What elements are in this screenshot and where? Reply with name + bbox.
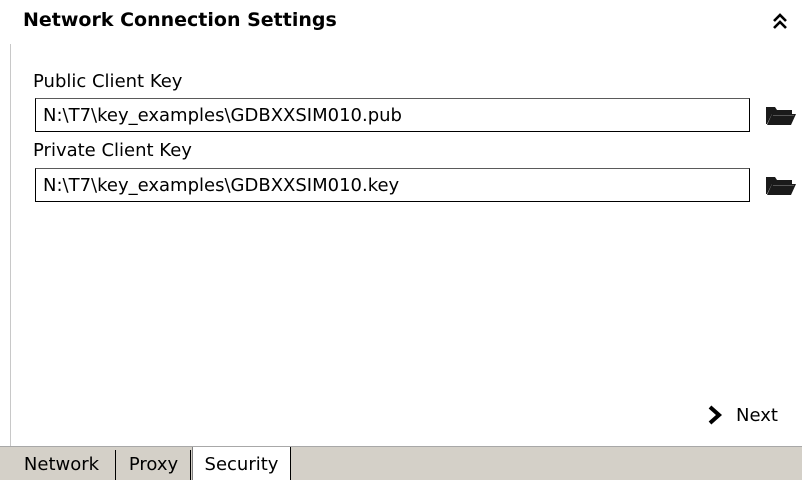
collapse-button[interactable]: [768, 9, 792, 33]
network-connection-settings-panel: Network Connection Settings Public Clien…: [0, 0, 802, 480]
next-button[interactable]: Next: [704, 400, 778, 430]
tab-security[interactable]: Security: [192, 447, 291, 480]
next-button-label: Next: [736, 404, 778, 426]
panel-header: Network Connection Settings: [0, 0, 802, 44]
folder-open-icon: [766, 177, 796, 195]
tab-proxy[interactable]: Proxy: [117, 450, 191, 480]
private-client-key-input[interactable]: [35, 168, 750, 202]
panel-title: Network Connection Settings: [23, 9, 337, 31]
browse-private-key-button[interactable]: [764, 172, 798, 198]
arrow-right-icon: [708, 405, 723, 425]
browse-public-key-button[interactable]: [764, 102, 798, 128]
double-chevron-up-icon: [773, 13, 787, 29]
public-client-key-input[interactable]: [35, 98, 750, 132]
settings-body: Public Client Key Private Client Key Nex…: [0, 44, 802, 446]
tab-strip: Network Proxy Security: [0, 446, 802, 480]
private-client-key-label: Private Client Key: [33, 140, 192, 161]
public-client-key-label: Public Client Key: [33, 71, 183, 92]
folder-open-icon: [766, 107, 796, 125]
panel-left-border: [10, 44, 11, 446]
tab-network[interactable]: Network: [8, 450, 116, 480]
